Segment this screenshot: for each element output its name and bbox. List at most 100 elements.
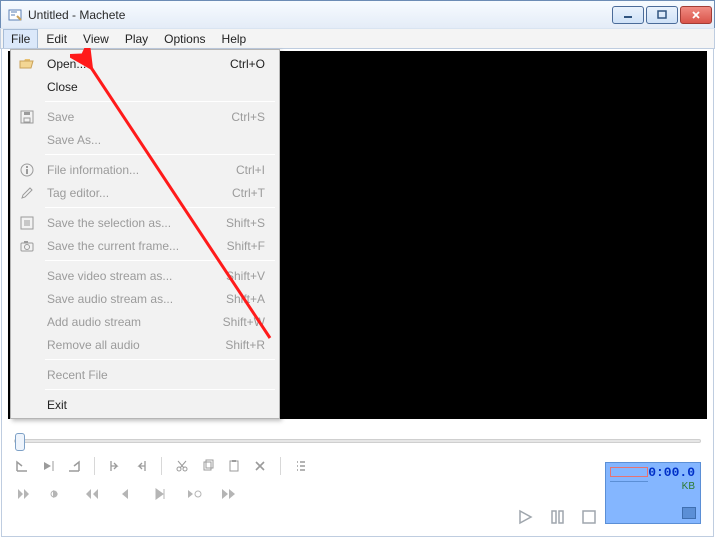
menu-options[interactable]: Options [156,29,213,48]
menu-rmaud-label: Remove all audio [41,338,225,352]
menu-tag-editor: Tag editor... Ctrl+T [13,181,277,204]
step-fwd-icon[interactable] [150,485,170,503]
prev-key-icon[interactable] [48,485,68,503]
menu-separator [45,389,275,390]
menu-addaud-label: Add audio stream [41,315,223,329]
menu-separator [45,359,275,360]
toolbar-separator [94,457,95,475]
menu-savesel-label: Save the selection as... [41,216,226,230]
menu-separator [45,154,275,155]
menu-info-accel: Ctrl+I [236,163,277,177]
info-icon [13,163,41,177]
seek-thumb[interactable] [15,433,25,451]
menu-open-accel: Ctrl+O [230,57,277,71]
menu-savefrm-label: Save the current frame... [41,239,227,253]
menu-recent-file: Recent File [13,363,277,386]
menu-save: Save Ctrl+S [13,105,277,128]
menu-close-label: Close [41,80,265,94]
panel-indicator [610,467,648,477]
mark-out-icon[interactable] [66,458,82,474]
save-sel-icon [13,216,41,230]
sel-end-icon[interactable] [133,458,149,474]
menu-savesel-accel: Shift+S [226,216,277,230]
app-icon [7,7,23,23]
panel-chip-icon [682,507,696,519]
copy-icon[interactable] [200,458,216,474]
time-display: 0:00.0 [648,465,695,480]
menu-rmaud-accel: Shift+R [225,338,277,352]
menu-savevid-accel: Shift+V [226,269,277,283]
play-icon[interactable] [515,508,535,526]
edit-toolbar [8,451,707,475]
delete-icon[interactable] [252,458,268,474]
camera-icon [13,239,41,253]
next-key-icon[interactable] [184,485,204,503]
menu-open-label: Open... [41,57,230,71]
menu-separator [45,260,275,261]
menu-recent-label: Recent File [41,368,265,382]
mark-play-icon[interactable] [40,458,56,474]
minimize-button[interactable] [612,6,644,24]
toolbar-separator [280,457,281,475]
menu-exit[interactable]: Exit [13,393,277,416]
menu-save-accel: Ctrl+S [231,110,277,124]
menu-edit[interactable]: Edit [38,29,75,48]
close-button[interactable] [680,6,712,24]
pencil-icon [13,186,41,200]
pause-icon[interactable] [547,508,567,526]
menu-saveaud-accel: Shift+A [226,292,277,306]
paste-icon[interactable] [226,458,242,474]
skip-fwd-icon[interactable] [218,485,238,503]
stop-icon[interactable] [579,508,599,526]
menu-save-selection: Save the selection as... Shift+S [13,211,277,234]
menu-save-video-stream: Save video stream as... Shift+V [13,264,277,287]
menu-bar: File Edit View Play Options Help [0,28,715,49]
cut-icon[interactable] [174,458,190,474]
window-buttons [612,6,712,24]
maximize-button[interactable] [646,6,678,24]
menu-play[interactable]: Play [117,29,156,48]
menu-saveas-label: Save As... [41,133,265,147]
window-title: Untitled - Machete [28,8,612,22]
list-icon[interactable] [293,458,309,474]
menu-save-as: Save As... [13,128,277,151]
menu-file-info: File information... Ctrl+I [13,158,277,181]
menu-close[interactable]: Close [13,75,277,98]
seek-bar[interactable] [8,427,707,451]
file-menu-dropdown: Open... Ctrl+O Close Save Ctrl+S Save As… [10,49,280,419]
seek-track[interactable] [14,439,701,443]
menu-open[interactable]: Open... Ctrl+O [13,52,277,75]
folder-open-icon [13,57,41,71]
menu-help[interactable]: Help [214,29,255,48]
mark-in-icon[interactable] [14,458,30,474]
controls-area: 0:00.0 KB [8,427,707,530]
time-panel: 0:00.0 KB [605,462,701,524]
menu-savevid-label: Save video stream as... [41,269,226,283]
menu-save-audio-stream: Save audio stream as... Shift+A [13,287,277,310]
menu-separator [45,207,275,208]
menu-savefrm-accel: Shift+F [227,239,277,253]
toolbar-separator [161,457,162,475]
skip-back-icon[interactable] [14,485,34,503]
menu-save-label: Save [41,110,231,124]
menu-add-audio-stream: Add audio stream Shift+W [13,310,277,333]
title-bar: Untitled - Machete [0,0,715,28]
sel-start-icon[interactable] [107,458,123,474]
menu-remove-audio: Remove all audio Shift+R [13,333,277,356]
size-unit: KB [682,481,695,492]
panel-line [610,481,648,482]
transport-toolbar [8,475,707,503]
menu-info-label: File information... [41,163,236,177]
menu-saveaud-label: Save audio stream as... [41,292,226,306]
playback-buttons [515,508,599,526]
menu-tag-label: Tag editor... [41,186,232,200]
menu-exit-label: Exit [41,398,265,412]
rewind-icon[interactable] [82,485,102,503]
menu-save-frame: Save the current frame... Shift+F [13,234,277,257]
save-icon [13,110,41,124]
menu-separator [45,101,275,102]
step-back-icon[interactable] [116,485,136,503]
menu-file[interactable]: File [3,29,38,48]
menu-view[interactable]: View [75,29,117,48]
menu-tag-accel: Ctrl+T [232,186,277,200]
